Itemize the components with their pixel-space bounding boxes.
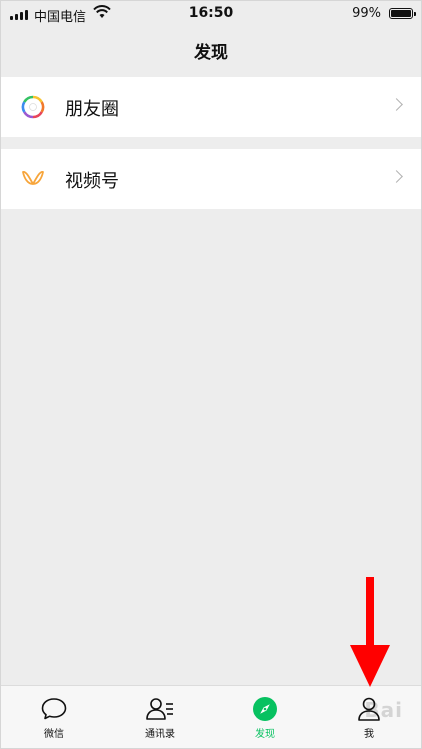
chevron-right-icon bbox=[390, 170, 403, 183]
chat-bubble-icon bbox=[41, 698, 67, 720]
tab-bar: 微信 通讯录 发现 我 bbox=[1, 685, 421, 748]
moments-label: 朋友圈 bbox=[65, 99, 119, 120]
channels-label: 视频号 bbox=[65, 171, 119, 192]
tab-label: 发现 bbox=[255, 729, 275, 740]
status-bar: 中国电信 16:50 99% bbox=[1, 1, 421, 27]
battery-icon bbox=[389, 8, 416, 19]
channels-cell[interactable]: 视频号 bbox=[1, 149, 421, 209]
channels-icon bbox=[22, 171, 44, 185]
battery-fill bbox=[391, 10, 411, 17]
chevron-right-icon bbox=[390, 98, 403, 111]
tab-chats[interactable]: 微信 bbox=[19, 696, 89, 740]
moments-cell[interactable]: 朋友圈 bbox=[1, 77, 421, 137]
tab-discover[interactable]: 发现 bbox=[230, 696, 300, 740]
tab-label: 我 bbox=[364, 729, 374, 740]
phone-screen: 中国电信 16:50 99% 发现 朋友圈 视频号 微信 通讯录 发现 我 Ba… bbox=[0, 0, 422, 749]
page-title: 发现 bbox=[194, 43, 228, 63]
tab-contacts[interactable]: 通讯录 bbox=[125, 696, 195, 740]
tab-label: 微信 bbox=[44, 729, 64, 740]
annotation-arrow-icon bbox=[350, 577, 390, 687]
compass-icon bbox=[253, 697, 277, 721]
battery-percent: 99% bbox=[352, 6, 381, 21]
tab-label: 通讯录 bbox=[145, 729, 175, 740]
watermark: Bai bbox=[364, 698, 403, 722]
moments-icon bbox=[21, 95, 45, 119]
contacts-icon bbox=[146, 698, 173, 720]
